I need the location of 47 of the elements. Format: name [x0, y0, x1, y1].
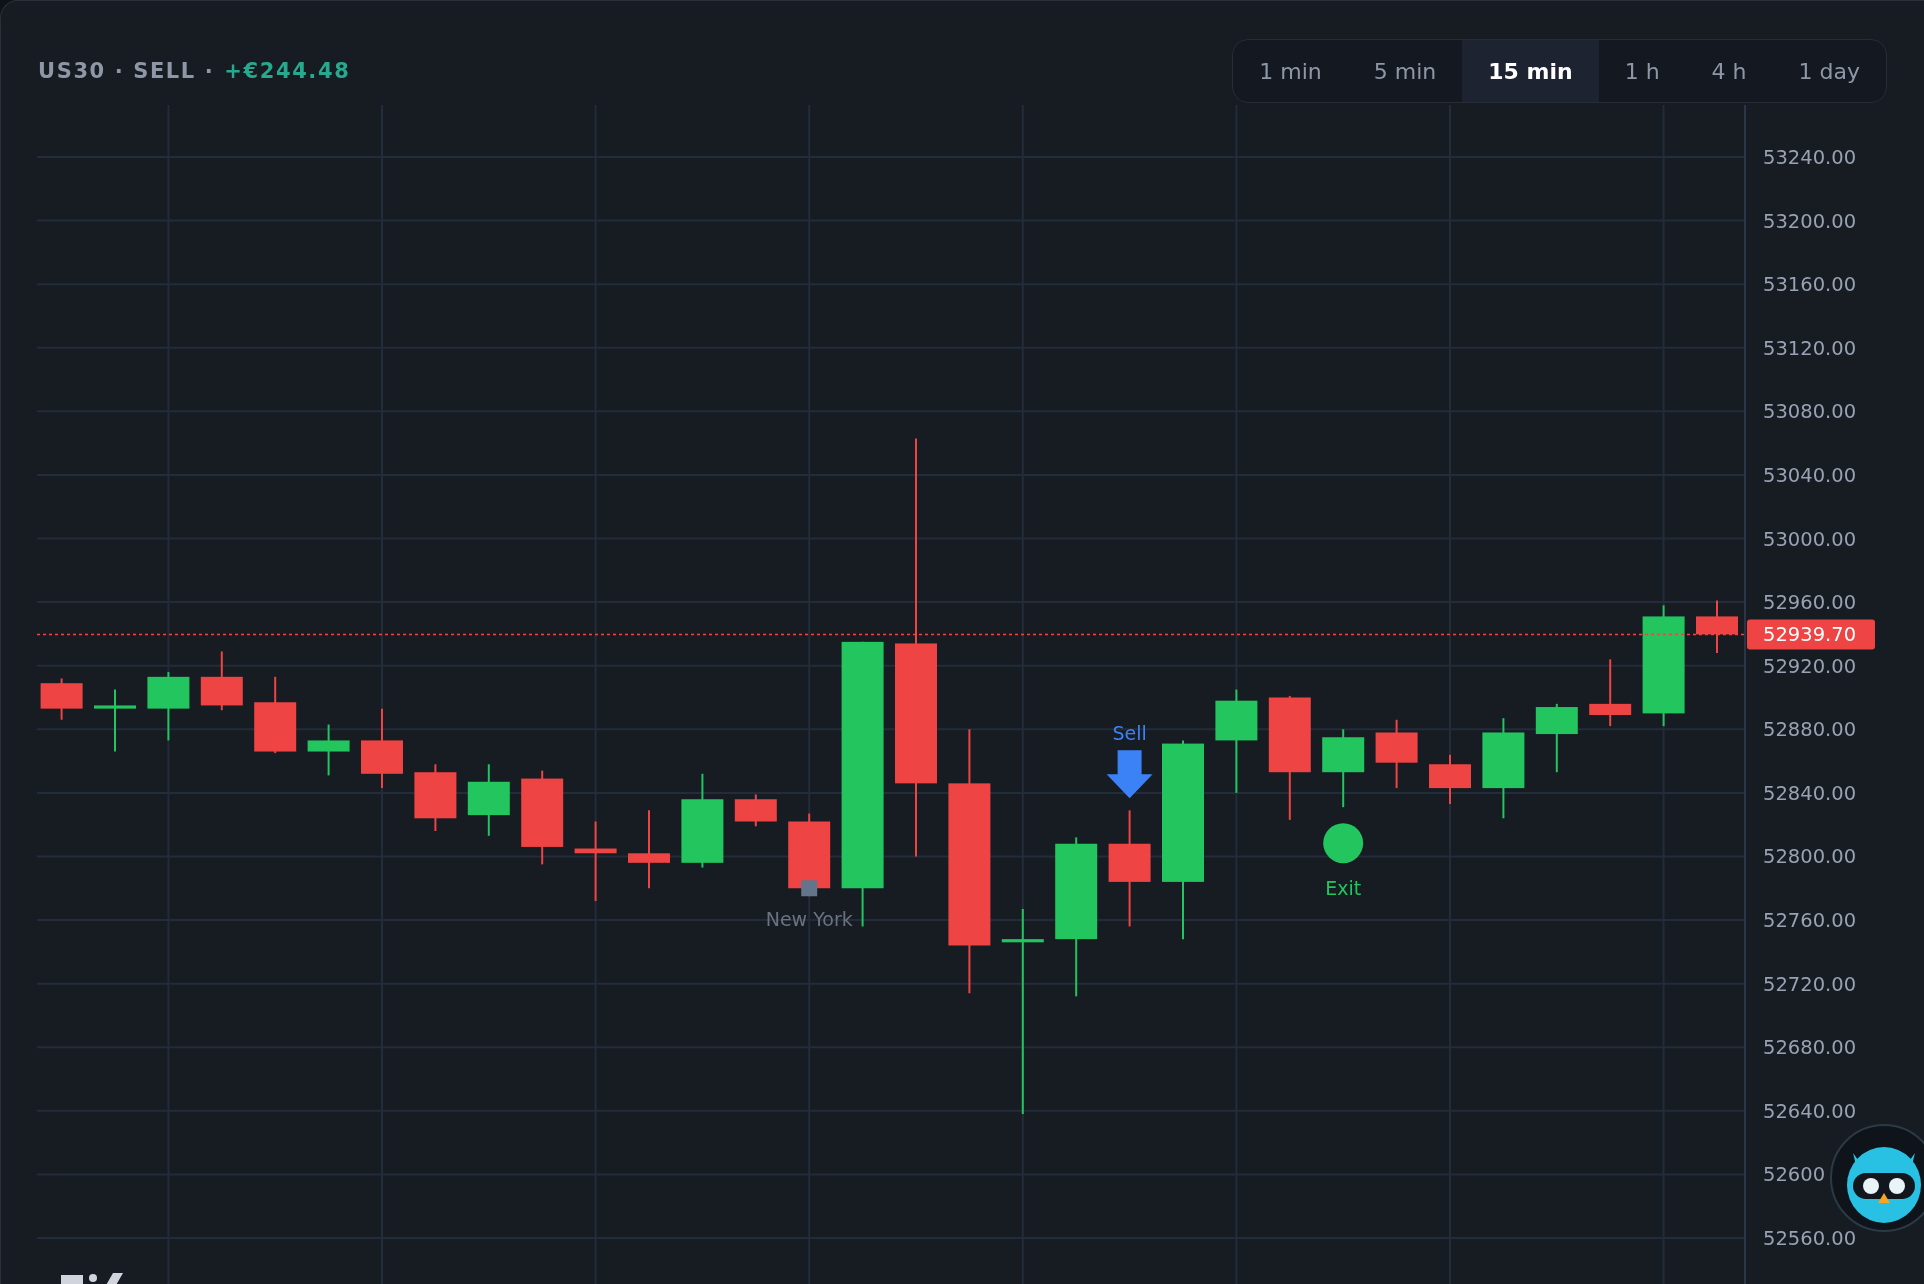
- price-label: 52960.00: [1763, 591, 1857, 615]
- price-label: 52600: [1763, 1163, 1826, 1187]
- price-label: 52800.00: [1763, 845, 1857, 869]
- price-label: 52560.00: [1763, 1227, 1857, 1250]
- price-label: 52640.00: [1763, 1099, 1857, 1123]
- down-arrow-icon: [1106, 750, 1153, 799]
- candlestick: [1429, 753, 1471, 805]
- timeframe-tab[interactable]: 1 day: [1772, 40, 1886, 102]
- timeframe-tab[interactable]: 15 min: [1462, 40, 1599, 102]
- price-label: 52920.00: [1763, 654, 1857, 678]
- candlestick: [147, 671, 190, 742]
- price-label: 53200.00: [1763, 209, 1857, 233]
- marker-label: Sell: [1112, 722, 1147, 745]
- candlestick: [40, 677, 83, 721]
- price-label: 52760.00: [1763, 909, 1857, 933]
- price-label: 52880.00: [1763, 718, 1857, 742]
- marker-label: Exit: [1325, 877, 1362, 900]
- timeframe-tab[interactable]: 1 h: [1598, 40, 1686, 102]
- price-label: 52680.00: [1763, 1036, 1857, 1060]
- candlestick: [734, 793, 777, 828]
- exit-dot: [1323, 823, 1364, 864]
- current-price-label: 52939.70: [1747, 619, 1875, 650]
- session-label: New York: [765, 908, 853, 931]
- candlestick: [94, 688, 136, 753]
- price-label: 53240.00: [1763, 146, 1857, 169]
- price-label: 52840.00: [1763, 781, 1857, 805]
- candlestick: [307, 723, 350, 777]
- candlestick: [1696, 599, 1738, 654]
- price-label: 53040.00: [1763, 463, 1857, 487]
- price-label: 53000.00: [1763, 527, 1857, 551]
- candlestick: [200, 650, 243, 712]
- session-marker: [801, 880, 818, 897]
- price-label: 53120.00: [1763, 336, 1857, 360]
- candlestick: [1375, 718, 1418, 790]
- timeframe-tab[interactable]: 5 min: [1347, 40, 1463, 102]
- profit-value: +€244.48: [224, 59, 351, 83]
- price-label: 53160.00: [1763, 273, 1857, 297]
- candlestick: [1589, 658, 1632, 728]
- timeframe-tab[interactable]: 1 min: [1233, 40, 1348, 102]
- owl-avatar[interactable]: [1829, 1123, 1924, 1233]
- candlestick: [1535, 702, 1578, 774]
- position-title: US30 · SELL ·: [38, 59, 215, 83]
- timeframe-tab[interactable]: 4 h: [1685, 40, 1773, 102]
- price-label: 52720.00: [1763, 972, 1857, 996]
- candlestick: [414, 763, 457, 833]
- price-label: 53080.00: [1763, 400, 1857, 424]
- logo-icon: [61, 1273, 123, 1284]
